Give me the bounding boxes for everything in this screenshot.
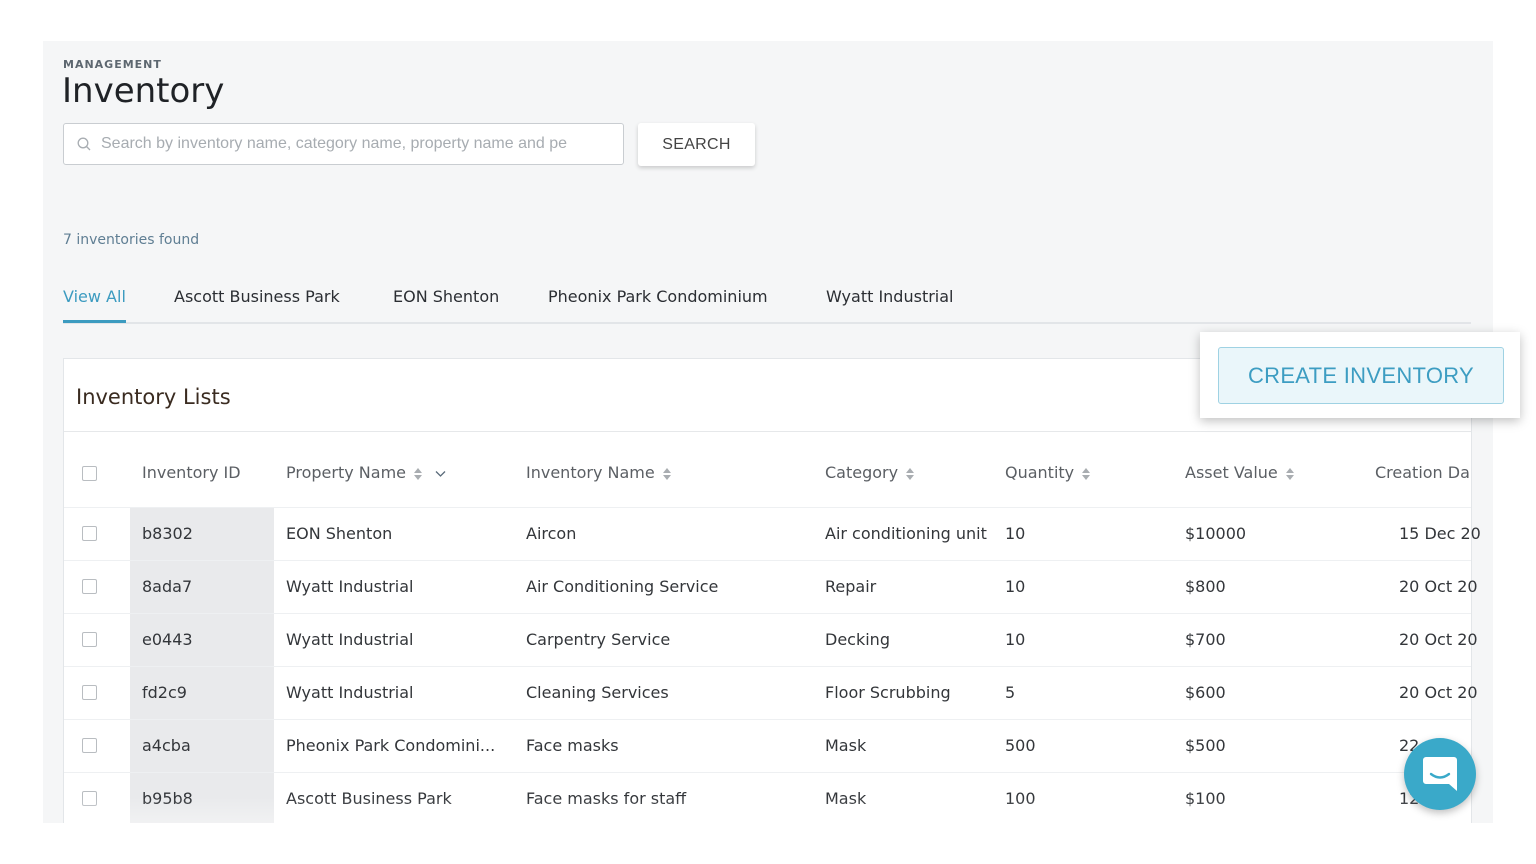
- chevron-down-icon[interactable]: [435, 470, 446, 478]
- cell-inventory-name: Cleaning Services: [526, 683, 669, 702]
- table-row[interactable]: e0443 Wyatt Industrial Carpentry Service…: [64, 613, 1478, 666]
- col-quantity[interactable]: Quantity: [1005, 463, 1091, 483]
- cell-property-name: Wyatt Industrial: [286, 683, 414, 702]
- col-inventory-name[interactable]: Inventory Name: [526, 463, 672, 483]
- cell-asset-value: $700: [1185, 630, 1226, 649]
- table-row[interactable]: b8302 EON Shenton Aircon Air conditionin…: [64, 507, 1481, 560]
- cell-category: Floor Scrubbing: [825, 683, 951, 702]
- cell-category: Mask: [825, 736, 867, 755]
- sort-icon[interactable]: [662, 467, 672, 481]
- section-eyebrow: MANAGEMENT: [63, 58, 162, 71]
- chat-icon: [1423, 757, 1457, 791]
- cell-inventory-name: Aircon: [526, 524, 577, 543]
- cell-inventory-id: b8302: [142, 524, 193, 543]
- sort-icon[interactable]: [1081, 467, 1091, 481]
- card-title: Inventory Lists: [76, 385, 231, 409]
- table-header: Inventory ID Property Name Inventory Nam…: [64, 463, 1471, 483]
- tab-view-all[interactable]: View All: [63, 287, 126, 323]
- table-row[interactable]: fd2c9 Wyatt Industrial Cleaning Services…: [64, 666, 1478, 719]
- cell-quantity: 500: [1005, 736, 1036, 755]
- cell-inventory-id: 8ada7: [142, 577, 193, 596]
- cell-quantity: 10: [1005, 630, 1026, 649]
- search-button[interactable]: SEARCH: [638, 123, 755, 166]
- cell-inventory-name: Face masks for staff: [526, 789, 687, 808]
- col-inventory-id[interactable]: Inventory ID: [142, 463, 241, 483]
- chat-launcher-button[interactable]: [1404, 738, 1476, 810]
- cell-property-name: Pheonix Park Condomini...: [286, 736, 496, 755]
- row-checkbox[interactable]: [82, 791, 97, 806]
- col-inventory-id-label: Inventory ID: [142, 463, 241, 482]
- cell-asset-value: $100: [1185, 789, 1226, 808]
- select-all-checkbox[interactable]: [82, 466, 97, 481]
- cell-category: Repair: [825, 577, 877, 596]
- cell-quantity: 100: [1005, 789, 1036, 808]
- tab-pheonix-park-condominium[interactable]: Pheonix Park Condominium: [548, 287, 768, 320]
- cell-property-name: Wyatt Industrial: [286, 577, 414, 596]
- table-row[interactable]: 8ada7 Wyatt Industrial Air Conditioning …: [64, 560, 1478, 613]
- cell-asset-value: $800: [1185, 577, 1226, 596]
- col-property-name-label: Property Name: [286, 463, 406, 482]
- cell-inventory-id: b95b8: [142, 789, 193, 808]
- cell-creation-date: 20 Oct 20: [1399, 683, 1478, 702]
- col-category-label: Category: [825, 463, 899, 482]
- cell-category: Air conditioning unit: [825, 524, 987, 543]
- col-creation-date[interactable]: Creation Da: [1375, 463, 1470, 483]
- col-inventory-name-label: Inventory Name: [526, 463, 655, 482]
- col-quantity-label: Quantity: [1005, 463, 1075, 482]
- row-checkbox[interactable]: [82, 632, 97, 647]
- cell-creation-date: 15 Dec 20: [1399, 524, 1481, 543]
- tab-eon-shenton[interactable]: EON Shenton: [393, 287, 499, 320]
- cell-asset-value: $500: [1185, 736, 1226, 755]
- cell-creation-date: 20 Oct 20: [1399, 577, 1478, 596]
- inventory-page: MANAGEMENT Inventory SEARCH 7 inventorie…: [43, 41, 1493, 823]
- page-title: Inventory: [62, 71, 225, 111]
- search-input[interactable]: [99, 134, 603, 154]
- row-checkbox[interactable]: [82, 685, 97, 700]
- card-divider: [64, 431, 1471, 432]
- cell-property-name: Ascott Business Park: [286, 789, 452, 808]
- cell-asset-value: $10000: [1185, 524, 1247, 543]
- cell-inventory-id: fd2c9: [142, 683, 187, 702]
- row-checkbox[interactable]: [82, 579, 97, 594]
- col-asset-value-label: Asset Value: [1185, 463, 1278, 482]
- create-inventory-button[interactable]: CREATE INVENTORY: [1218, 347, 1504, 404]
- cell-inventory-id: e0443: [142, 630, 193, 649]
- sort-icon[interactable]: [905, 467, 915, 481]
- cell-quantity: 10: [1005, 524, 1026, 543]
- search-box[interactable]: [63, 123, 624, 165]
- cell-creation-date: 20 Oct 20: [1399, 630, 1478, 649]
- create-inventory-popover: CREATE INVENTORY: [1200, 332, 1520, 418]
- cell-inventory-name: Carpentry Service: [526, 630, 671, 649]
- cell-property-name: EON Shenton: [286, 524, 393, 543]
- sort-icon[interactable]: [413, 467, 423, 481]
- cell-inventory-id: a4cba: [142, 736, 191, 755]
- cell-quantity: 5: [1005, 683, 1016, 702]
- cell-inventory-name: Air Conditioning Service: [526, 577, 719, 596]
- cell-asset-value: $600: [1185, 683, 1226, 702]
- results-count: 7 inventories found: [63, 232, 200, 248]
- cell-property-name: Wyatt Industrial: [286, 630, 414, 649]
- cell-quantity: 10: [1005, 577, 1026, 596]
- table-row[interactable]: a4cba Pheonix Park Condomini... Face mas…: [64, 719, 1471, 772]
- property-tabs: View All Ascott Business Park EON Shento…: [63, 287, 1471, 324]
- inventory-list-card: Inventory Lists Inventory ID Property Na…: [63, 358, 1481, 823]
- col-property-name[interactable]: Property Name: [286, 463, 446, 483]
- col-category[interactable]: Category: [825, 463, 915, 483]
- sort-icon[interactable]: [1285, 467, 1295, 481]
- row-checkbox[interactable]: [82, 526, 97, 541]
- row-checkbox[interactable]: [82, 738, 97, 753]
- cell-category: Decking: [825, 630, 890, 649]
- table-row[interactable]: b95b8 Ascott Business Park Face masks fo…: [64, 772, 1471, 823]
- tab-wyatt-industrial[interactable]: Wyatt Industrial: [826, 287, 953, 320]
- col-asset-value[interactable]: Asset Value: [1185, 463, 1295, 483]
- tab-ascott-business-park[interactable]: Ascott Business Park: [174, 287, 340, 320]
- cell-category: Mask: [825, 789, 867, 808]
- cell-inventory-name: Face masks: [526, 736, 619, 755]
- search-icon: [77, 137, 91, 151]
